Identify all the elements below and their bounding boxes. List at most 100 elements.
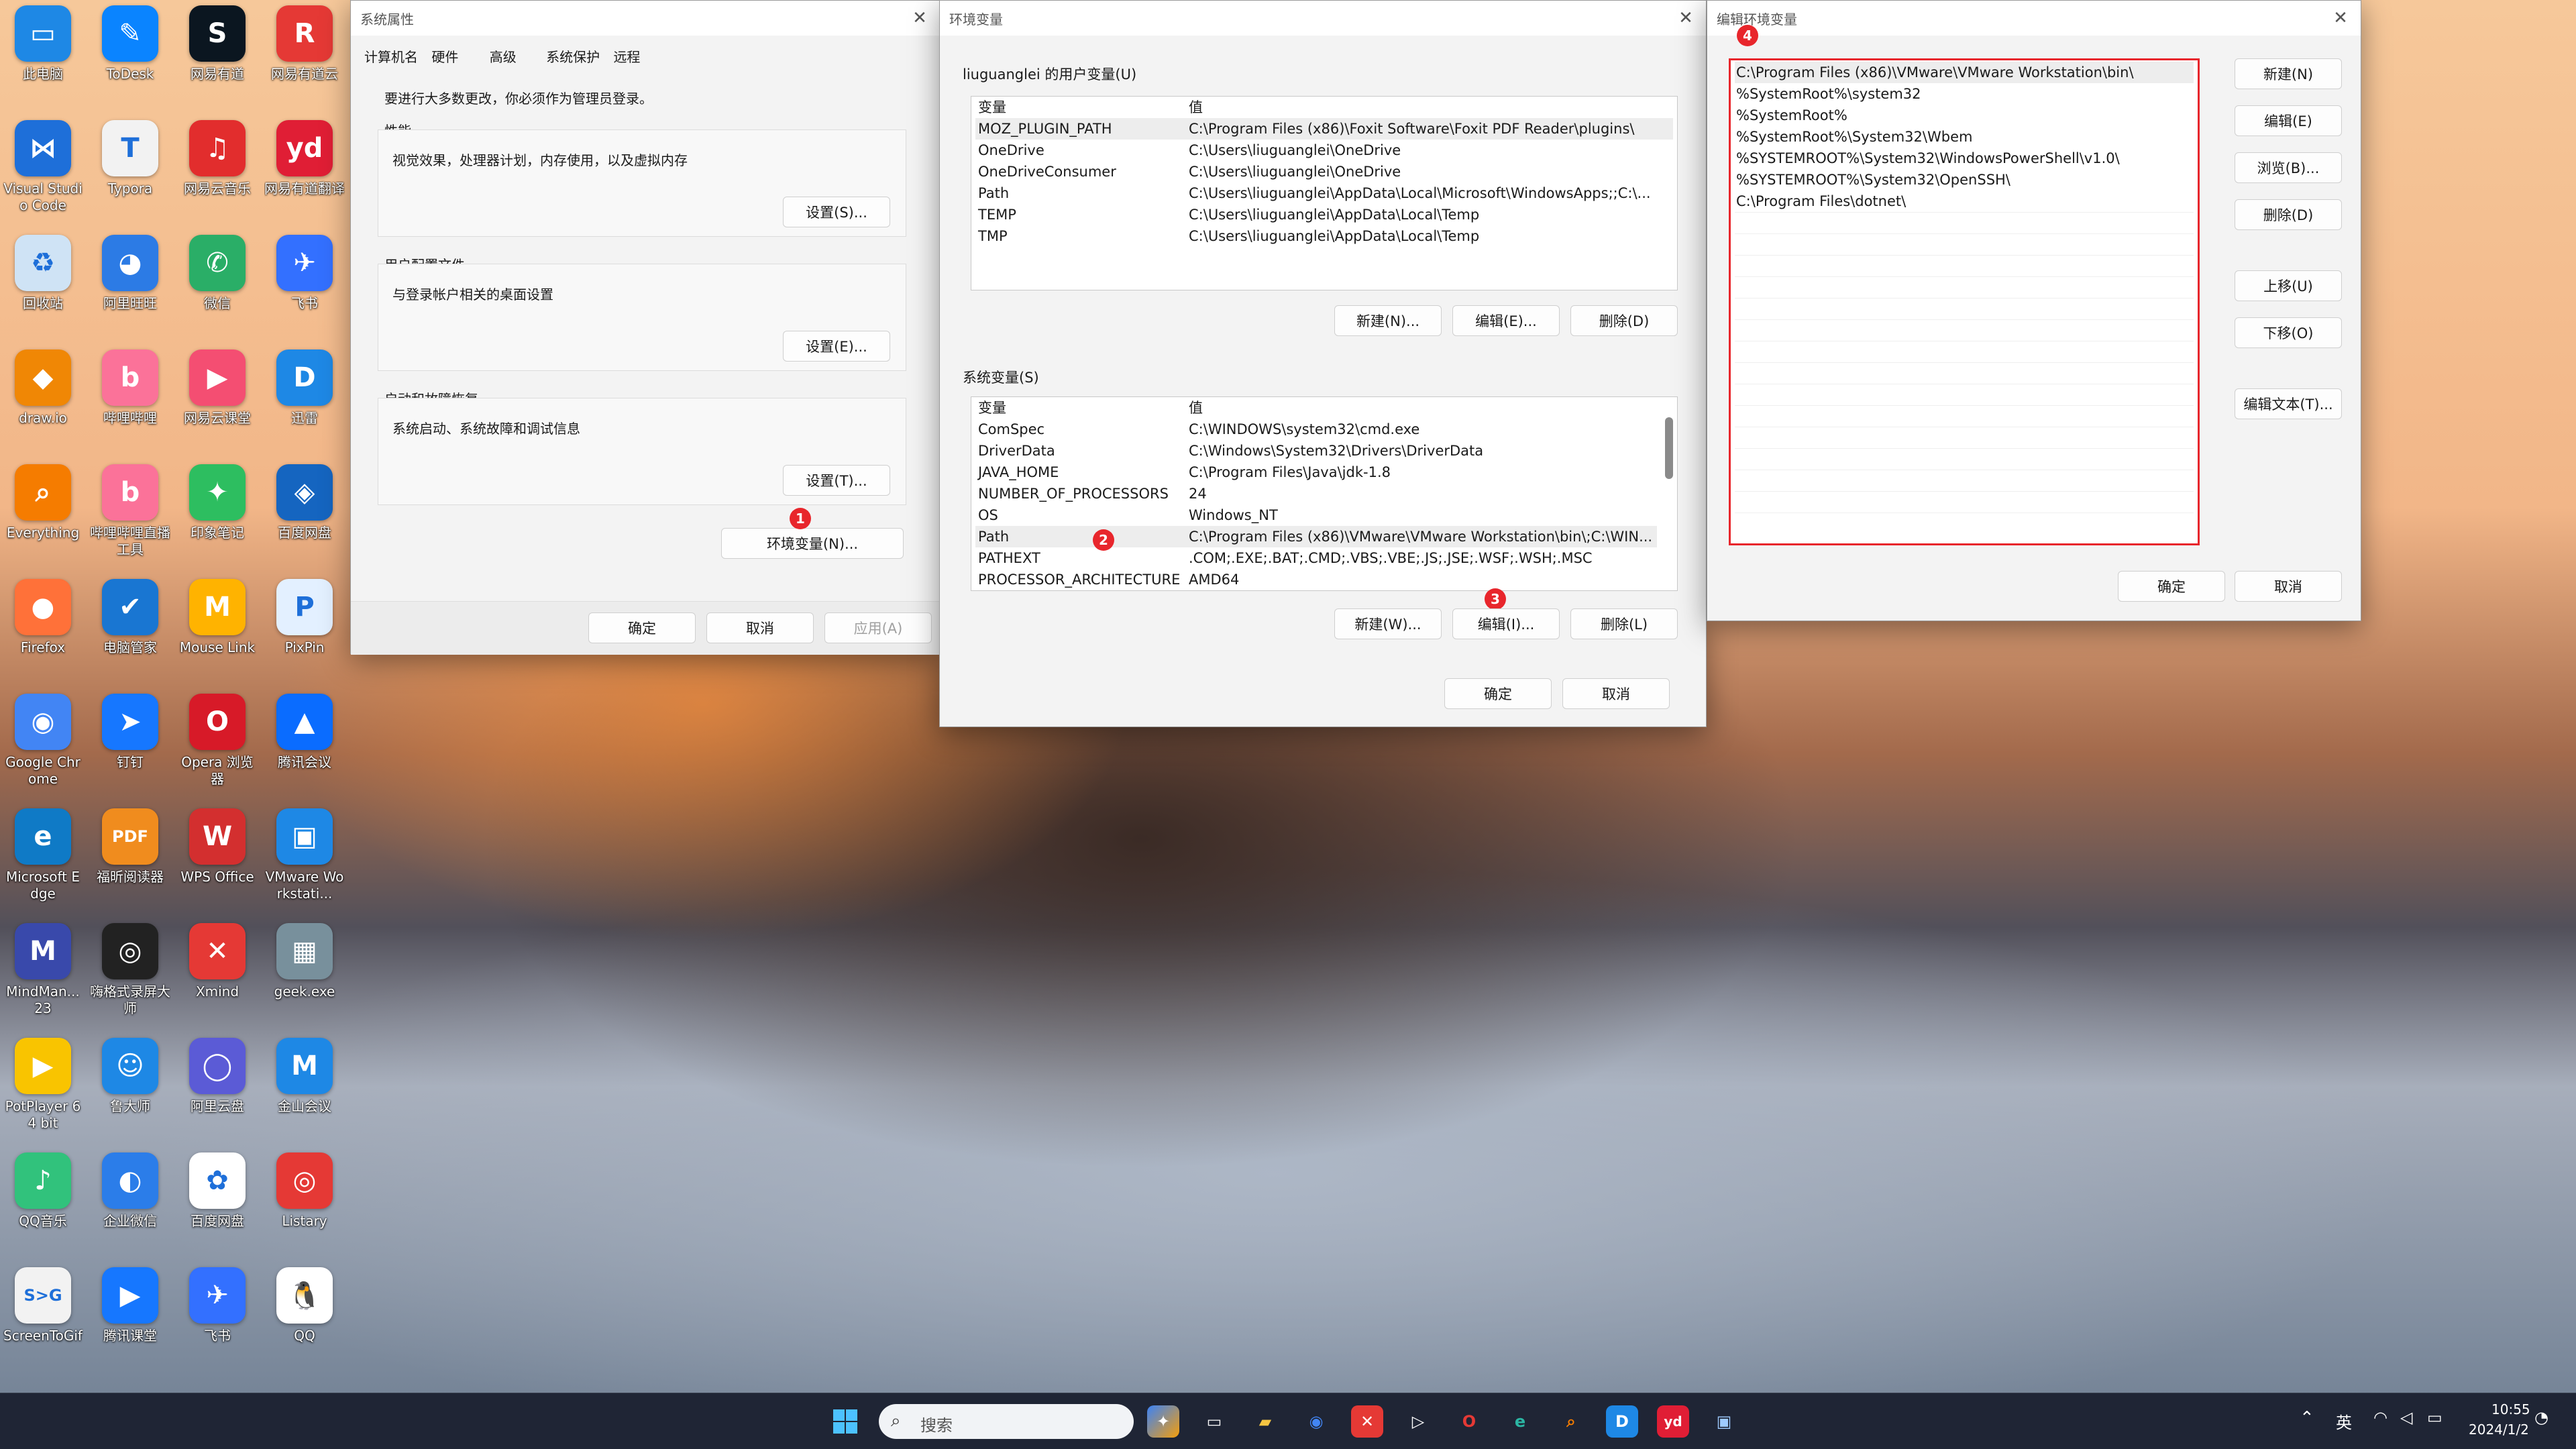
desktop-icon[interactable]: P PixPin — [264, 576, 345, 677]
desktop-icon[interactable]: ✆ 微信 — [177, 232, 258, 333]
cancel-button[interactable]: 取消 — [2235, 571, 2342, 602]
desktop-icon[interactable]: T Typora — [90, 117, 170, 218]
xmind-icon[interactable]: ✕ — [1351, 1405, 1383, 1438]
scrollbar[interactable] — [1665, 417, 1673, 479]
cancel-button[interactable]: 取消 — [1562, 678, 1670, 709]
desktop-icon[interactable]: ▲ 腾讯会议 — [264, 691, 345, 792]
table-row[interactable]: TMP C:\Users\liuguanglei\AppData\Local\Te… — [975, 225, 1673, 247]
table-row[interactable]: DriverData C:\Windows\System32\Drivers\Dr… — [975, 440, 1657, 462]
path-entry[interactable]: %SYSTEMROOT%\System32\OpenSSH\ — [1735, 169, 2194, 191]
table-row[interactable]: TEMP C:\Users\liuguanglei\AppData\Local\T… — [975, 204, 1673, 225]
everything-icon[interactable]: ⌕ — [1555, 1405, 1587, 1438]
system-vars-list[interactable]: 变量 值 ComSpec C:\WINDOWS\system32\cmd.exe D… — [971, 396, 1678, 591]
desktop-icon[interactable]: ▶ PotPlayer 64 bit — [3, 1035, 83, 1136]
move-down-button[interactable]: 下移(O) — [2235, 317, 2342, 348]
table-row[interactable]: JAVA_HOME C:\Program Files\Java\jdk-1.8 — [975, 462, 1657, 483]
edit-text-button[interactable]: 编辑文本(T)... — [2235, 388, 2342, 419]
desktop-icon[interactable]: ◎ Listary — [264, 1150, 345, 1250]
desktop-icon[interactable]: M Mouse Link — [177, 576, 258, 677]
ok-button[interactable]: 确定 — [588, 612, 696, 643]
desktop-icon[interactable]: ▭ 此电脑 — [3, 3, 83, 103]
desktop-icon[interactable]: S 网易有道 — [177, 3, 258, 103]
desktop-icon[interactable]: yd 网易有道翻译 — [264, 117, 345, 218]
column-value[interactable]: 值 — [1189, 397, 1657, 419]
environment-variables-button[interactable]: 环境变量(N)... — [721, 528, 904, 559]
desktop-icon[interactable]: ◕ 阿里旺旺 — [90, 232, 170, 333]
file-explorer-icon[interactable]: ▰ — [1249, 1405, 1281, 1438]
chrome-icon[interactable]: ◉ — [1300, 1405, 1332, 1438]
wifi-icon[interactable]: ◠ — [2373, 1408, 2387, 1427]
desktop-icon[interactable]: ♻ 回收站 — [3, 232, 83, 333]
path-entry[interactable]: C:\Program Files (x86)\VMware\VMware Wor… — [1735, 62, 2194, 83]
close-icon[interactable]: ✕ — [1675, 7, 1697, 29]
table-row[interactable]: Path C:\Program Files (x86)\VMware\VMware… — [975, 526, 1657, 547]
desktop-icon[interactable]: ➤ 钉钉 — [90, 691, 170, 792]
desktop-icon[interactable]: ✕ Xmind — [177, 920, 258, 1021]
desktop-icon[interactable]: PDF 福昕阅读器 — [90, 806, 170, 906]
chevron-up-icon[interactable]: ⌃ — [2300, 1408, 2314, 1428]
cancel-button[interactable]: 取消 — [706, 612, 814, 643]
youdao-icon[interactable]: yd — [1657, 1405, 1689, 1438]
column-variable[interactable]: 变量 — [978, 397, 1179, 419]
tab-advanced[interactable]: 高级 — [490, 49, 517, 65]
clock-time[interactable]: 10:55 — [2491, 1401, 2530, 1417]
desktop-icon[interactable]: b 哔哩哔哩 — [90, 347, 170, 447]
input-language[interactable]: 英 — [2336, 1409, 2352, 1433]
task-view-icon[interactable]: ▭ — [1198, 1405, 1230, 1438]
startup-settings-button[interactable]: 设置(T)... — [783, 465, 890, 496]
path-entry[interactable]: %SystemRoot%\system32 — [1735, 83, 2194, 105]
move-up-button[interactable]: 上移(U) — [2235, 270, 2342, 301]
column-variable[interactable]: 变量 — [978, 97, 1179, 118]
desktop-icon[interactable]: M 金山会议 — [264, 1035, 345, 1136]
notification-bell-icon[interactable]: ◔ — [2534, 1408, 2548, 1427]
xunlei-icon[interactable]: D — [1606, 1405, 1638, 1438]
desktop-icon[interactable]: ♫ 网易云音乐 — [177, 117, 258, 218]
ok-button[interactable]: 确定 — [2118, 571, 2225, 602]
vmware-icon[interactable]: ▣ — [1708, 1405, 1740, 1438]
desktop-icon[interactable]: ☺ 鲁大师 — [90, 1035, 170, 1136]
desktop-icon[interactable]: ▦ geek.exe — [264, 920, 345, 1021]
copilot-icon[interactable]: ✦ — [1147, 1405, 1179, 1438]
edit-button[interactable]: 编辑(E) — [2235, 105, 2342, 136]
desktop-icon[interactable]: M MindMan... 23 — [3, 920, 83, 1021]
desktop-icon[interactable]: ▣ VMware Workstati... — [264, 806, 345, 906]
desktop-icon[interactable]: ✔ 电脑管家 — [90, 576, 170, 677]
user-new-button[interactable]: 新建(N)... — [1334, 305, 1442, 336]
desktop-icon[interactable]: ✦ 印象笔记 — [177, 462, 258, 562]
desktop-icon[interactable]: ◉ Google Chrome — [3, 691, 83, 792]
desktop-icon[interactable]: R 网易有道云 — [264, 3, 345, 103]
user-edit-button[interactable]: 编辑(E)... — [1452, 305, 1560, 336]
delete-button[interactable]: 删除(D) — [2235, 199, 2342, 230]
tab-system-protection[interactable]: 系统保护 — [546, 49, 600, 65]
profile-settings-button[interactable]: 设置(E)... — [783, 331, 890, 362]
desktop-icon[interactable]: b 哔哩哔哩直播工具 — [90, 462, 170, 562]
desktop-icon[interactable]: ⌕ Everything — [3, 462, 83, 562]
table-row[interactable]: PROCESSOR_ARCHITECTURE AMD64 — [975, 569, 1657, 590]
table-row[interactable]: NUMBER_OF_PROCESSORS 24 — [975, 483, 1657, 504]
table-row[interactable]: OneDriveConsumer C:\Users\liuguanglei\One… — [975, 161, 1673, 182]
table-row[interactable]: MOZ_PLUGIN_PATH C:\Program Files (x86)\Fo… — [975, 118, 1673, 140]
desktop-icon[interactable]: ◐ 企业微信 — [90, 1150, 170, 1250]
system-delete-button[interactable]: 删除(L) — [1570, 608, 1678, 639]
path-entry[interactable]: %SystemRoot% — [1735, 105, 2194, 126]
desktop-icon[interactable]: ✎ ToDesk — [90, 3, 170, 103]
desktop-icon[interactable]: ◎ 嗨格式录屏大师 — [90, 920, 170, 1021]
desktop-icon[interactable]: e Microsoft Edge — [3, 806, 83, 906]
desktop-icon[interactable]: ● Firefox — [3, 576, 83, 677]
volume-icon[interactable]: ◁ — [2400, 1408, 2412, 1427]
path-entry[interactable]: %SystemRoot%\System32\Wbem — [1735, 126, 2194, 148]
windows-start-icon[interactable] — [829, 1405, 861, 1438]
desktop-icon[interactable]: D 迅雷 — [264, 347, 345, 447]
desktop-icon[interactable]: ▶ 腾讯课堂 — [90, 1265, 170, 1365]
desktop-icon[interactable]: ◆ draw.io — [3, 347, 83, 447]
table-row[interactable]: OS Windows_NT — [975, 504, 1657, 526]
column-value[interactable]: 值 — [1189, 97, 1673, 118]
system-edit-button[interactable]: 编辑(I)... — [1452, 608, 1560, 639]
table-row[interactable]: Path C:\Users\liuguanglei\AppData\Local\M… — [975, 182, 1673, 204]
system-new-button[interactable]: 新建(W)... — [1334, 608, 1442, 639]
search-box[interactable]: ⌕ 搜索 — [879, 1404, 1134, 1439]
browse-button[interactable]: 浏览(B)... — [2235, 152, 2342, 183]
desktop-icon[interactable]: 🐧 QQ — [264, 1265, 345, 1365]
desktop-icon[interactable]: ◈ 百度网盘 — [264, 462, 345, 562]
desktop-icon[interactable]: ♪ QQ音乐 — [3, 1150, 83, 1250]
